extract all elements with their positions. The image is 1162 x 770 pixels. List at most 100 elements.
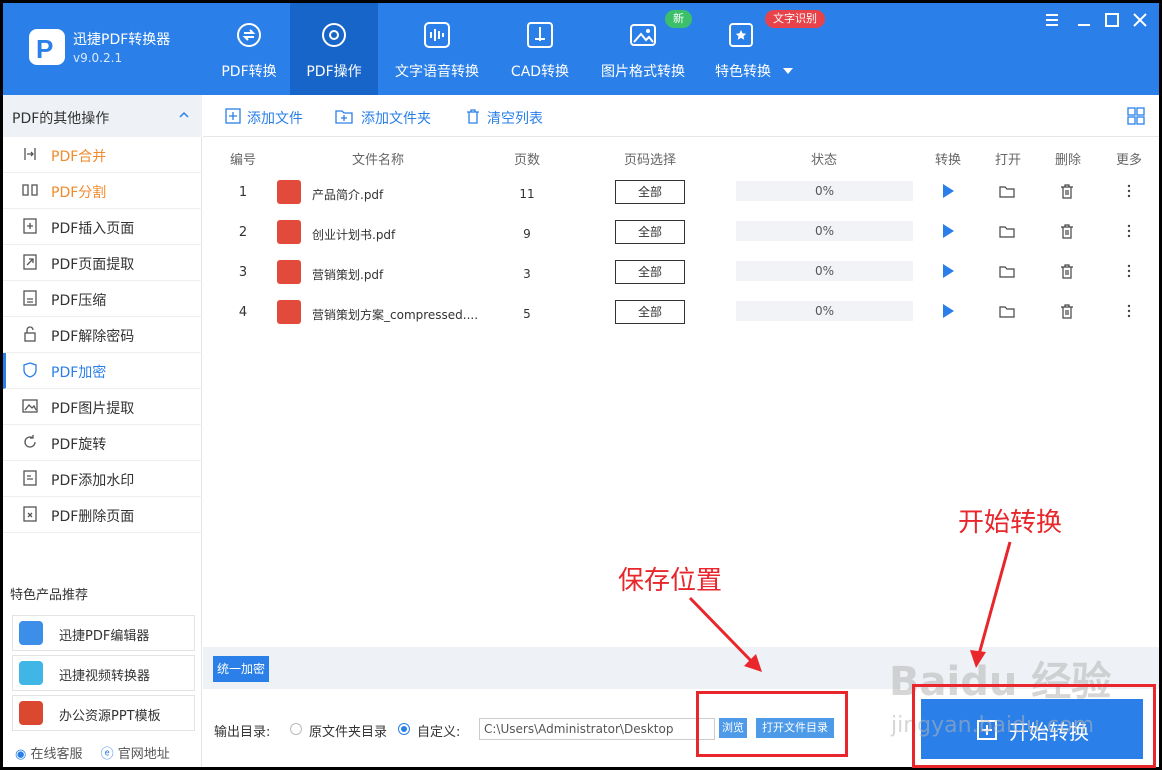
more-vertical-icon[interactable] xyxy=(1121,263,1137,279)
nav-cad[interactable]: CAD转换 xyxy=(503,3,577,95)
sidebar-item-image-extract[interactable]: PDF图片提取 xyxy=(3,389,202,425)
clear-list-button[interactable]: 清空列表 xyxy=(465,107,555,127)
new-badge: 新 xyxy=(665,10,692,28)
sidebar-item-compress[interactable]: PDF压缩 xyxy=(3,281,202,317)
sidebar-item-label: PDF图片提取 xyxy=(51,401,135,417)
more-vertical-icon[interactable] xyxy=(1121,303,1137,319)
cad-icon xyxy=(527,22,553,48)
page-range-button[interactable]: 全部 xyxy=(615,220,685,244)
trash-icon[interactable] xyxy=(1059,183,1075,199)
image-icon xyxy=(630,24,656,46)
add-folder-button[interactable]: 添加文件夹 xyxy=(335,107,445,127)
maximize-icon[interactable] xyxy=(1101,9,1123,31)
col-page-range: 页码选择 xyxy=(623,153,676,168)
folder-open-icon[interactable] xyxy=(999,223,1015,239)
save-location-highlight xyxy=(696,691,848,757)
sidebar-item-remove-password[interactable]: PDF解除密码 xyxy=(3,317,202,353)
page-range-button[interactable]: 全部 xyxy=(615,260,685,284)
custom-label: 自定义: xyxy=(417,725,461,740)
online-service-label: 在线客服 xyxy=(30,747,83,762)
sidebar-item-label: PDF解除密码 xyxy=(51,329,135,345)
sidebar-item-encrypt[interactable]: PDF加密 xyxy=(3,353,202,389)
page-range-button[interactable]: 全部 xyxy=(615,300,685,324)
play-icon[interactable] xyxy=(940,303,956,319)
online-service-link[interactable]: ◉ 在线客服 xyxy=(15,747,83,762)
sidebar-item-merge[interactable]: PDF合并 xyxy=(3,137,202,173)
page-count: 5 xyxy=(523,307,531,321)
add-file-icon xyxy=(225,108,241,124)
sidebar-item-rotate[interactable]: PDF旋转 xyxy=(3,425,202,461)
promo-video-converter[interactable]: 迅捷视频转换器 xyxy=(12,655,195,691)
sidebar: PDF的其他操作 PDF合并 PDF分割 PDF插入页面 PDF页面提取 PDF… xyxy=(3,95,202,767)
sidebar-header[interactable]: PDF的其他操作 xyxy=(3,95,202,137)
table-row[interactable]: 3 营销策划.pdf 3 全部 0% xyxy=(203,255,1159,295)
sidebar-item-delete-page[interactable]: PDF删除页面 xyxy=(3,497,202,533)
more-vertical-icon[interactable] xyxy=(1121,223,1137,239)
trash-icon[interactable] xyxy=(1059,303,1075,319)
sidebar-item-split[interactable]: PDF分割 xyxy=(3,173,202,209)
page-count: 3 xyxy=(523,267,531,281)
nav-pdf-convert[interactable]: PDF转换 xyxy=(209,3,289,95)
sidebar-item-label: PDF分割 xyxy=(51,185,107,201)
page-count: 9 xyxy=(523,227,531,241)
trash-icon[interactable] xyxy=(1059,223,1075,239)
progress-bar: 0% xyxy=(736,181,913,201)
trash-icon[interactable] xyxy=(1059,263,1075,279)
trash-icon xyxy=(467,109,479,124)
row-number: 4 xyxy=(238,305,248,320)
sidebar-item-label: PDF旋转 xyxy=(51,437,107,453)
col-pages: 页数 xyxy=(513,153,540,168)
pdf-editor-icon xyxy=(19,621,43,645)
pdf-file-icon xyxy=(277,260,301,284)
minimize-icon[interactable] xyxy=(1073,9,1095,31)
folder-open-icon[interactable] xyxy=(999,303,1015,319)
ocr-badge[interactable]: 文字识别 xyxy=(765,10,825,28)
nav-text-voice[interactable]: 文字语音转换 xyxy=(391,3,483,95)
nav-pdf-operate[interactable]: PDF操作 xyxy=(290,3,378,95)
app-logo: P xyxy=(29,29,65,65)
rotate-icon xyxy=(24,435,36,448)
promo-ppt-templates[interactable]: 办公资源PPT模板 xyxy=(12,695,195,731)
start-convert-highlight xyxy=(912,684,1156,768)
radio-original-folder[interactable] xyxy=(290,723,302,735)
insert-page-icon xyxy=(23,218,37,234)
nav-label: PDF操作 xyxy=(306,64,362,80)
more-vertical-icon[interactable] xyxy=(1121,183,1137,199)
output-dir-label: 输出目录: xyxy=(214,725,271,740)
file-name: 营销策划.pdf xyxy=(312,268,384,282)
progress-bar: 0% xyxy=(736,261,913,281)
play-icon[interactable] xyxy=(940,183,956,199)
file-name: 营销策划方案_compressed.... xyxy=(312,308,479,322)
add-folder-icon xyxy=(335,110,353,124)
output-path-input[interactable] xyxy=(479,718,715,740)
unified-encrypt-button[interactable]: 统一加密 xyxy=(213,656,269,682)
sidebar-item-extract-page[interactable]: PDF页面提取 xyxy=(3,245,202,281)
sidebar-item-watermark[interactable]: PDF添加水印 xyxy=(3,461,202,497)
col-status: 状态 xyxy=(810,153,837,168)
app-window: P 迅捷PDF转换器 v9.0.2.1 PDF转换 PDF操作 文字语音转换 C… xyxy=(3,3,1159,767)
page-range-button[interactable]: 全部 xyxy=(615,180,685,204)
add-file-button[interactable]: 添加文件 xyxy=(225,107,315,127)
sidebar-item-label: PDF加密 xyxy=(51,365,107,381)
table-row[interactable]: 1 产品简介.pdf 11 全部 0% xyxy=(203,175,1159,215)
website-link[interactable]: ⓔ 官网地址 xyxy=(101,747,170,762)
sidebar-item-label: PDF删除页面 xyxy=(51,509,135,525)
grid-view-icon[interactable] xyxy=(1127,107,1145,125)
folder-open-icon[interactable] xyxy=(999,263,1015,279)
extract-page-icon xyxy=(23,254,37,270)
radio-custom[interactable] xyxy=(398,723,410,735)
sidebar-item-label: PDF页面提取 xyxy=(51,257,135,273)
promo-title: 特色产品推荐 xyxy=(10,588,89,603)
close-icon[interactable] xyxy=(1129,9,1151,31)
pdf-file-icon xyxy=(277,180,301,204)
play-icon[interactable] xyxy=(940,263,956,279)
menu-icon[interactable] xyxy=(1041,9,1063,31)
col-open: 打开 xyxy=(994,153,1021,168)
play-icon[interactable] xyxy=(940,223,956,239)
sidebar-item-insert-page[interactable]: PDF插入页面 xyxy=(3,209,202,245)
table-row[interactable]: 4 营销策划方案_compressed.... 5 全部 0% xyxy=(203,295,1159,335)
promo-pdf-editor[interactable]: 迅捷PDF编辑器 xyxy=(12,615,195,651)
app-name: 迅捷PDF转换器 xyxy=(73,32,171,48)
table-row[interactable]: 2 创业计划书.pdf 9 全部 0% xyxy=(203,215,1159,255)
folder-open-icon[interactable] xyxy=(999,183,1015,199)
